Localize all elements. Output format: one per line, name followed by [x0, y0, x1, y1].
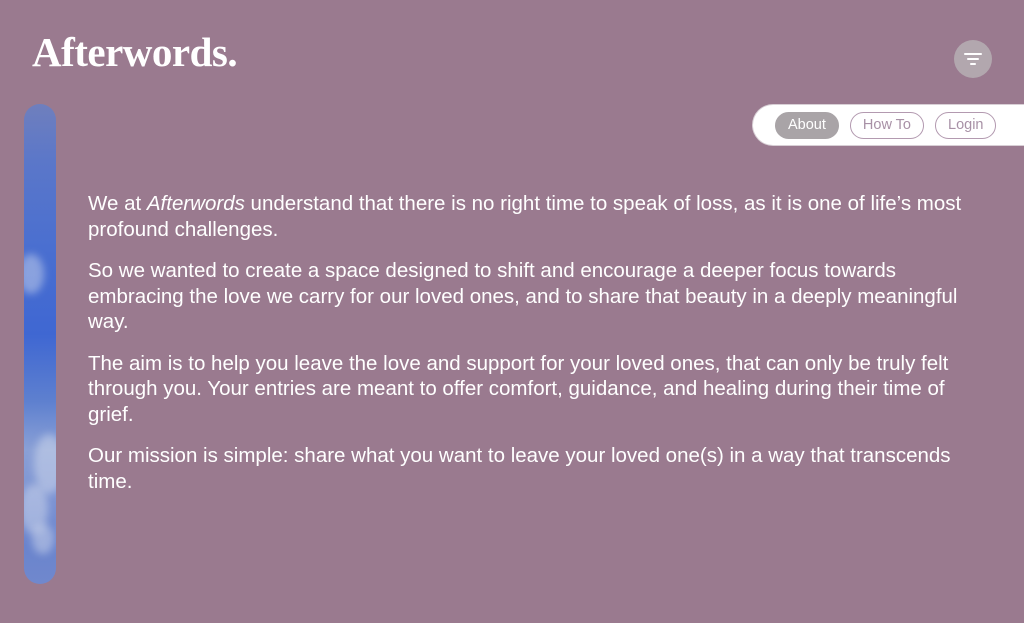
about-paragraph-2: So we wanted to create a space designed … [88, 259, 958, 333]
about-paragraph-1: We at Afterwords understand that there i… [88, 191, 988, 242]
about-paragraph-3: The aim is to help you leave the love an… [88, 351, 949, 426]
nav-how-to-button[interactable]: How To [849, 111, 924, 139]
about-content: We at Afterwords understand that there i… [88, 191, 988, 510]
about-p1-lead: We at [88, 192, 147, 215]
logo[interactable]: Afterwords. [32, 29, 238, 75]
nav-about-button[interactable]: About [775, 111, 839, 139]
sky-image-strip [24, 104, 56, 584]
filter-menu-button[interactable] [954, 40, 992, 78]
about-paragraph-4: Our mission is simple: share what you wa… [88, 444, 951, 493]
filter-lines-icon [964, 52, 982, 66]
top-nav: About How To Login [752, 104, 1024, 146]
nav-login-button[interactable]: Login [935, 111, 997, 139]
brand-name-inline: Afterwords [146, 192, 245, 215]
